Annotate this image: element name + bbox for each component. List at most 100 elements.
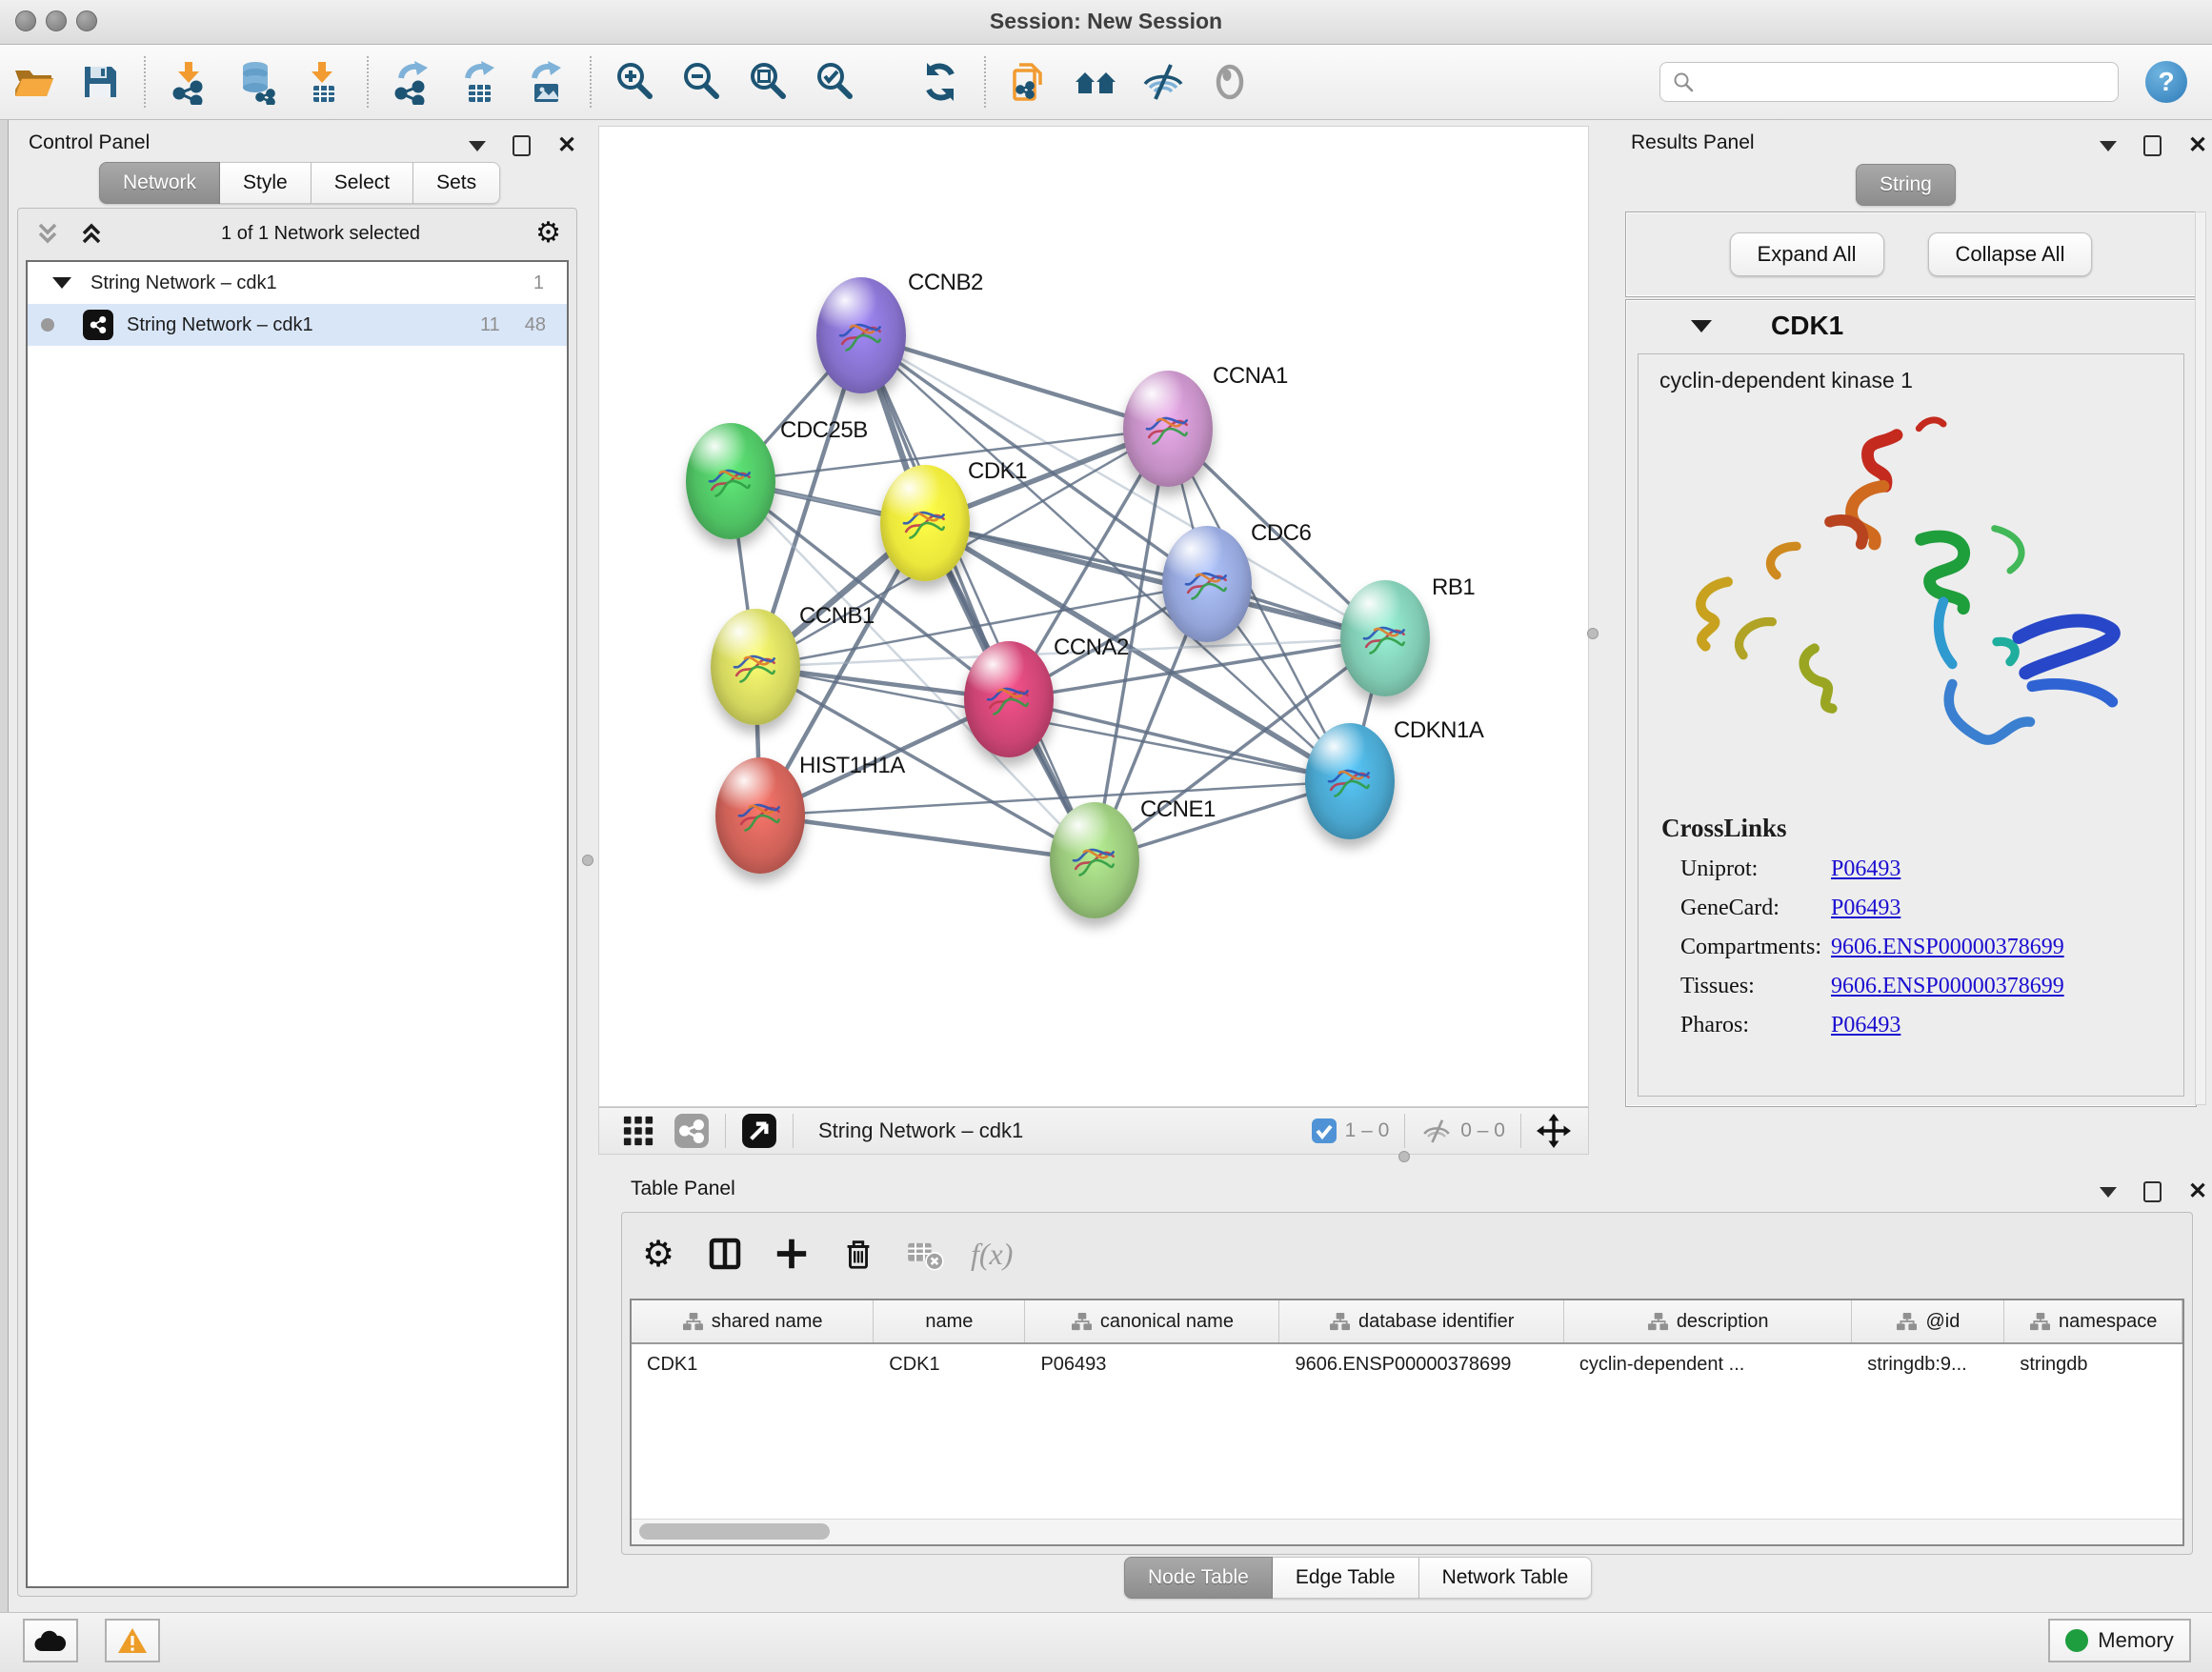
close-panel-icon[interactable]: ✕ (557, 136, 576, 155)
tab-string[interactable]: String (1856, 164, 1956, 206)
open-file-icon[interactable] (7, 55, 60, 109)
gene-section-header[interactable]: CDK1 (1626, 300, 2196, 352)
search-input[interactable] (1659, 62, 2119, 102)
expand-all-button[interactable]: Expand All (1730, 232, 1884, 276)
float-panel-icon[interactable] (513, 135, 531, 156)
section-expander-icon[interactable] (1691, 320, 1712, 332)
node-label-cdk1: CDK1 (968, 458, 1027, 485)
network-node-ccnb1[interactable] (711, 609, 800, 725)
tab-node-table[interactable]: Node Table (1124, 1557, 1273, 1599)
close-panel-icon[interactable]: ✕ (2188, 1182, 2207, 1201)
crosslink-link[interactable]: 9606.ENSP00000378699 (1831, 935, 2064, 960)
collapse-panel-icon[interactable] (469, 141, 486, 151)
delete-column-icon[interactable] (837, 1233, 879, 1275)
network-node-ccne1[interactable] (1050, 802, 1139, 918)
column-header-shared-name[interactable]: shared name (632, 1300, 874, 1342)
collapsed-panel-strip (0, 120, 9, 1612)
network-node-ccna2[interactable] (964, 641, 1054, 757)
table-cell: stringdb (2004, 1344, 2182, 1384)
crosslink-link[interactable]: P06493 (1831, 896, 1900, 921)
refresh-icon[interactable] (914, 55, 967, 109)
network-row-selected[interactable]: String Network – cdk1 11 48 (28, 304, 567, 346)
table-cell: CDK1 (632, 1344, 874, 1384)
crosslink-link[interactable]: P06493 (1831, 1013, 1900, 1038)
column-header-id[interactable]: @id (1852, 1300, 2004, 1342)
scrollbar-thumb[interactable] (639, 1523, 830, 1540)
network-node-cdc25b[interactable] (686, 423, 775, 539)
collapse-all-chevron-icon[interactable] (33, 219, 62, 248)
network-node-ccnb2[interactable] (816, 277, 906, 393)
network-options-gear-icon[interactable]: ⚙ (535, 219, 561, 248)
network-node-cdkn1a[interactable] (1305, 723, 1395, 839)
column-header-database-identifier[interactable]: database identifier (1279, 1300, 1564, 1342)
zoom-fit-icon[interactable] (742, 55, 795, 109)
crosslink-label: Pharos: (1680, 1013, 1831, 1038)
tab-style[interactable]: Style (220, 162, 312, 204)
table-row[interactable]: CDK1CDK1P064939606.ENSP00000378699cyclin… (632, 1344, 2182, 1384)
cloud-status-button[interactable] (23, 1619, 78, 1662)
network-node-hist1h1a[interactable] (715, 757, 805, 874)
crosslink-link[interactable]: 9606.ENSP00000378699 (1831, 974, 2064, 999)
collapse-panel-icon[interactable] (2100, 1187, 2117, 1198)
network-canvas[interactable]: CCNB2 CCNA1 CDC25B CDK1 CDC6 RB1 CCNB1 C… (598, 126, 1589, 1107)
network-node-cdk1[interactable] (880, 465, 970, 581)
column-header-namespace[interactable]: namespace (2004, 1300, 2182, 1342)
bottom-splitter-handle[interactable] (1398, 1151, 1410, 1162)
search-text-field[interactable] (1702, 71, 2106, 94)
pan-move-icon[interactable] (1537, 1114, 1571, 1148)
collapse-panel-icon[interactable] (2100, 141, 2117, 151)
node-label-ccnb1: CCNB1 (799, 603, 875, 630)
network-badge-icon[interactable] (674, 1113, 710, 1149)
zoom-out-icon[interactable] (675, 55, 729, 109)
export-network-icon[interactable] (386, 55, 439, 109)
export-table-icon[interactable] (452, 55, 506, 109)
zoom-selected-icon[interactable] (809, 55, 862, 109)
zoom-in-icon[interactable] (609, 55, 662, 109)
show-all-icon[interactable] (1203, 55, 1257, 109)
grid-view-icon[interactable] (622, 1115, 654, 1147)
birds-eye-view-icon[interactable] (741, 1113, 777, 1149)
table-options-gear-icon[interactable]: ⚙ (637, 1233, 679, 1275)
tab-select[interactable]: Select (312, 162, 413, 204)
tab-network[interactable]: Network (99, 162, 220, 204)
import-network-icon[interactable] (163, 55, 216, 109)
right-splitter-handle[interactable] (1587, 628, 1599, 639)
crosslink-label: GeneCard: (1680, 896, 1831, 921)
save-icon[interactable] (73, 55, 127, 109)
help-button[interactable]: ? (2145, 61, 2187, 103)
network-node-cdc6[interactable] (1162, 526, 1252, 642)
network-collection-row[interactable]: String Network – cdk1 1 (28, 262, 567, 304)
clone-network-icon[interactable] (1003, 55, 1056, 109)
tab-network-table[interactable]: Network Table (1419, 1557, 1593, 1599)
warning-status-button[interactable] (105, 1619, 160, 1662)
window-titlebar: Session: New Session (0, 0, 2212, 45)
tree-expander-icon[interactable] (52, 277, 71, 289)
tab-edge-table[interactable]: Edge Table (1273, 1557, 1419, 1599)
tab-sets[interactable]: Sets (413, 162, 500, 204)
network-collection-label: String Network – cdk1 (90, 272, 277, 294)
results-scrollbar[interactable] (2195, 212, 2206, 1105)
column-header-name[interactable]: name (874, 1300, 1025, 1342)
current-network-dot-icon (41, 318, 54, 332)
column-header-description[interactable]: description (1564, 1300, 1852, 1342)
create-column-icon[interactable] (771, 1233, 813, 1275)
import-database-icon[interactable] (230, 55, 283, 109)
selected-checkbox-icon[interactable] (1311, 1118, 1337, 1144)
column-header-canonical-name[interactable]: canonical name (1025, 1300, 1279, 1342)
network-node-ccna1[interactable] (1123, 371, 1213, 487)
left-splitter-handle[interactable] (582, 855, 593, 866)
float-panel-icon[interactable] (2143, 1181, 2162, 1202)
memory-button[interactable]: Memory (2048, 1619, 2191, 1662)
export-image-icon[interactable] (519, 55, 573, 109)
hide-selected-icon[interactable] (1136, 55, 1190, 109)
float-panel-icon[interactable] (2143, 135, 2162, 156)
expand-all-chevron-icon[interactable] (77, 219, 106, 248)
import-table-icon[interactable] (296, 55, 350, 109)
show-columns-icon[interactable] (704, 1233, 746, 1275)
collapse-all-button[interactable]: Collapse All (1928, 232, 2093, 276)
crosslink-link[interactable]: P06493 (1831, 856, 1900, 882)
network-node-rb1[interactable] (1340, 580, 1430, 696)
first-neighbors-icon[interactable] (1070, 55, 1123, 109)
close-panel-icon[interactable]: ✕ (2188, 136, 2207, 155)
table-horizontal-scrollbar[interactable] (632, 1519, 2182, 1544)
